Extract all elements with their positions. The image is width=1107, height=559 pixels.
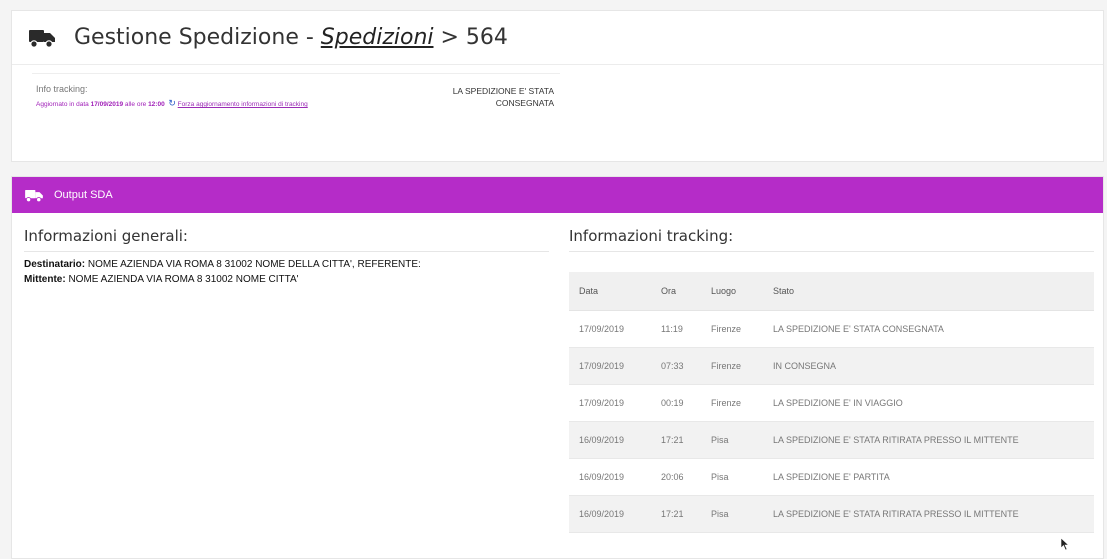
cell-status: LA SPEDIZIONE E' STATA CONSEGNATA xyxy=(763,310,1094,348)
refresh-icon[interactable]: ↻ xyxy=(168,98,176,108)
mouse-cursor-icon xyxy=(1060,537,1070,551)
status-line-2: CONSEGNATA xyxy=(495,98,554,108)
recipient-label: Destinatario: xyxy=(24,259,86,270)
delivery-status: LA SPEDIZIONE E' STATA CONSEGNATA xyxy=(394,85,554,109)
sender-label: Mittente: xyxy=(24,274,66,285)
cell-location: Pisa xyxy=(701,458,763,496)
cell-time: 11:19 xyxy=(651,310,701,348)
cell-date: 16/09/2019 xyxy=(569,495,651,533)
output-panel: Output SDA Informazioni generali: Destin… xyxy=(11,176,1104,559)
cell-date: 17/09/2019 xyxy=(569,310,651,348)
cell-status: LA SPEDIZIONE E' STATA RITIRATA PRESSO I… xyxy=(763,495,1094,533)
sender-value: NOME AZIENDA VIA ROMA 8 31002 NOME CITTA… xyxy=(65,274,299,285)
cell-date: 17/09/2019 xyxy=(569,347,651,385)
table-row: 16/09/2019 17:21 Pisa LA SPEDIZIONE E' S… xyxy=(569,495,1094,533)
cell-status: LA SPEDIZIONE E' PARTITA xyxy=(763,458,1094,496)
tracking-table-header: Data Ora Luogo Stato xyxy=(569,272,1094,311)
output-sda-label: Output SDA xyxy=(54,189,113,201)
recipient-value: NOME AZIENDA VIA ROMA 8 31002 NOME DELLA… xyxy=(85,259,421,270)
cell-location: Firenze xyxy=(701,384,763,422)
truck-icon xyxy=(25,189,43,202)
breadcrumb-shipments-link[interactable]: Spedizioni xyxy=(321,25,434,50)
column-header-stato: Stato xyxy=(763,272,1094,311)
updated-time: 12:00 xyxy=(148,101,165,108)
recipient-line: Destinatario: NOME AZIENDA VIA ROMA 8 31… xyxy=(24,259,549,271)
cell-location: Pisa xyxy=(701,421,763,459)
general-info-heading: Informazioni generali: xyxy=(24,227,549,252)
force-refresh-link[interactable]: Forza aggiornamento informazioni di trac… xyxy=(178,101,308,108)
column-header-luogo: Luogo xyxy=(701,272,763,311)
updated-date: 17/09/2019 xyxy=(90,101,124,108)
cell-date: 17/09/2019 xyxy=(569,384,651,422)
column-header-ora: Ora xyxy=(651,272,701,311)
cell-time: 00:19 xyxy=(651,384,701,422)
breadcrumb-shipment-id: > 564 xyxy=(433,25,508,50)
cell-status: IN CONSEGNA xyxy=(763,347,1094,385)
column-header-data: Data xyxy=(569,272,651,311)
truck-icon xyxy=(29,29,55,48)
updated-mid: alle ore xyxy=(123,101,149,108)
tracking-update-line: Aggiornato in data 17/09/2019 alle ore 1… xyxy=(36,97,336,111)
table-row: 17/09/2019 00:19 Firenze LA SPEDIZIONE E… xyxy=(569,384,1094,422)
table-row: 17/09/2019 11:19 Firenze LA SPEDIZIONE E… xyxy=(569,310,1094,348)
cell-time: 20:06 xyxy=(651,458,701,496)
title-prefix: Gestione Spedizione - xyxy=(74,25,321,50)
table-row: 16/09/2019 20:06 Pisa LA SPEDIZIONE E' P… xyxy=(569,458,1094,496)
tracking-info-box: Info tracking: Aggiornato in data 17/09/… xyxy=(32,73,560,137)
cell-status: LA SPEDIZIONE E' IN VIAGGIO xyxy=(763,384,1094,422)
title-bar: Gestione Spedizione - Spedizioni > 564 xyxy=(12,11,1103,65)
general-info-section: Informazioni generali: Destinatario: NOM… xyxy=(24,227,549,286)
sender-line: Mittente: NOME AZIENDA VIA ROMA 8 31002 … xyxy=(24,274,549,286)
page-title: Gestione Spedizione - Spedizioni > 564 xyxy=(74,25,508,50)
tracking-table: Data Ora Luogo Stato 17/09/2019 11:19 Fi… xyxy=(569,272,1094,533)
table-row: 17/09/2019 07:33 Firenze IN CONSEGNA xyxy=(569,347,1094,385)
cell-location: Firenze xyxy=(701,347,763,385)
cell-time: 17:21 xyxy=(651,421,701,459)
cell-time: 07:33 xyxy=(651,347,701,385)
updated-prefix: Aggiornato in data xyxy=(36,101,91,108)
cell-status: LA SPEDIZIONE E' STATA RITIRATA PRESSO I… xyxy=(763,421,1094,459)
tracking-info-heading: Informazioni tracking: xyxy=(569,227,1094,252)
output-sda-bar: Output SDA xyxy=(12,177,1103,213)
cell-time: 17:21 xyxy=(651,495,701,533)
tracking-info-section: Informazioni tracking: Data Ora Luogo St… xyxy=(569,227,1094,533)
status-line-1: LA SPEDIZIONE E' STATA xyxy=(452,86,554,96)
cell-date: 16/09/2019 xyxy=(569,458,651,496)
table-row: 16/09/2019 17:21 Pisa LA SPEDIZIONE E' S… xyxy=(569,421,1094,459)
cell-location: Pisa xyxy=(701,495,763,533)
shipment-header-panel: Gestione Spedizione - Spedizioni > 564 I… xyxy=(11,10,1104,162)
cell-location: Firenze xyxy=(701,310,763,348)
cell-date: 16/09/2019 xyxy=(569,421,651,459)
